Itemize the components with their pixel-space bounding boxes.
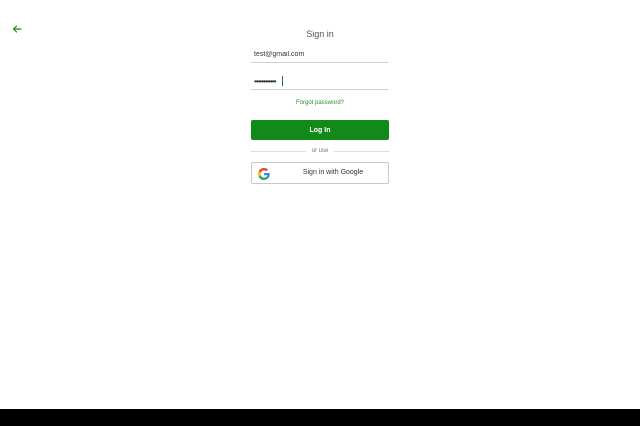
password-input[interactable] xyxy=(254,74,384,88)
page-title: Sign in xyxy=(306,29,334,39)
password-field[interactable] xyxy=(251,74,388,90)
login-button[interactable]: Log In xyxy=(251,120,389,140)
google-logo-icon xyxy=(258,167,270,180)
forgot-password-link[interactable]: Forgot password? xyxy=(0,100,640,106)
system-navigation-bar xyxy=(0,409,640,426)
google-sign-in-label: Sign in with Google xyxy=(302,169,364,176)
divider-line-right xyxy=(334,150,389,152)
text-caret xyxy=(282,76,283,86)
or-divider-label: or use xyxy=(311,148,329,154)
or-divider: or use xyxy=(251,146,389,156)
email-field[interactable] xyxy=(251,47,388,63)
divider-line-left xyxy=(251,150,306,152)
email-input[interactable] xyxy=(254,47,384,61)
google-sign-in-button[interactable]: Sign in with Google xyxy=(251,162,389,184)
sign-in-screen: Sign in Forgot password? Log In or use S… xyxy=(0,0,640,426)
